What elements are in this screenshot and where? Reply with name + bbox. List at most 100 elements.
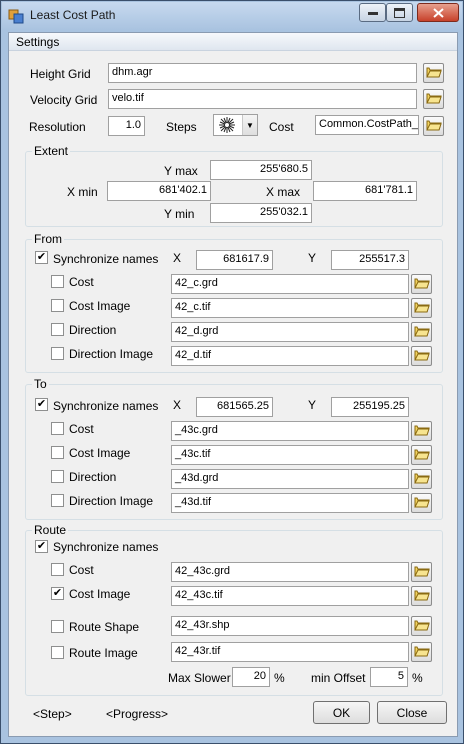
app-icon (8, 8, 24, 24)
max-slower-field[interactable]: 20 (232, 667, 270, 687)
chevron-down-icon: ▼ (242, 115, 257, 135)
maximize-button[interactable] (386, 3, 413, 22)
to-direction-image-checkbox[interactable] (51, 494, 64, 507)
folder-open-icon (413, 471, 430, 488)
menu-bar: Settings (9, 33, 457, 51)
to-cost-browse-button[interactable] (411, 421, 432, 441)
route-title: Route (32, 523, 69, 537)
to-y-field[interactable]: 255195.25 (331, 397, 409, 417)
route-shape-browse-button[interactable] (411, 616, 432, 636)
folder-open-icon (413, 447, 430, 464)
from-direction-browse-button[interactable] (411, 322, 432, 342)
from-direction-field[interactable]: 42_d.grd (171, 322, 409, 342)
from-cost-checkbox[interactable] (51, 275, 64, 288)
extent-title: Extent (32, 144, 71, 158)
route-cost-image-browse-button[interactable] (411, 586, 432, 606)
to-cost-image-browse-button[interactable] (411, 445, 432, 465)
ymin-field[interactable]: 255'032.1 (210, 203, 312, 223)
compass-star-icon (217, 116, 237, 137)
to-direction-checkbox[interactable] (51, 470, 64, 483)
folder-open-icon (413, 588, 430, 605)
xmax-field[interactable]: 681'781.1 (313, 181, 417, 201)
close-button[interactable]: Close (377, 701, 447, 724)
folder-open-icon (425, 65, 442, 82)
route-cost-field[interactable]: 42_43c.grd (171, 562, 409, 582)
from-direction-image-browse-button[interactable] (411, 346, 432, 366)
title-bar[interactable]: Least Cost Path (2, 2, 462, 30)
from-x-label: X (173, 251, 182, 265)
to-y-label: Y (308, 398, 317, 412)
resolution-field[interactable]: 1.0 (108, 116, 145, 136)
to-direction-image-field[interactable]: _43d.tif (171, 493, 409, 513)
from-cost-image-checkbox[interactable] (51, 299, 64, 312)
route-cost-image-field[interactable]: 42_43c.tif (171, 586, 409, 606)
to-direction-browse-button[interactable] (411, 469, 432, 489)
to-cost-label: Cost (69, 422, 94, 436)
to-cost-image-checkbox[interactable] (51, 446, 64, 459)
to-sync-checkbox[interactable]: ✔ (35, 398, 48, 411)
folder-open-icon (413, 300, 430, 317)
from-title: From (32, 232, 64, 246)
close-window-button[interactable] (417, 3, 459, 22)
route-cost-checkbox[interactable] (51, 563, 64, 576)
ok-button[interactable]: OK (313, 701, 370, 724)
dialog-client: Settings Height Grid dhm.agr Velocity Gr… (8, 32, 458, 737)
height-grid-browse-button[interactable] (423, 63, 444, 83)
route-cost-image-checkbox[interactable]: ✔ (51, 587, 64, 600)
cost-label: Cost (269, 120, 294, 134)
route-image-browse-button[interactable] (411, 642, 432, 662)
from-x-field[interactable]: 681617.9 (196, 250, 273, 270)
folder-open-icon (413, 423, 430, 440)
route-cost-browse-button[interactable] (411, 562, 432, 582)
to-cost-image-field[interactable]: _43c.tif (171, 445, 409, 465)
route-image-field[interactable]: 42_43r.tif (171, 642, 409, 662)
minimize-button[interactable] (359, 3, 386, 22)
to-x-field[interactable]: 681565.25 (196, 397, 273, 417)
from-direction-image-field[interactable]: 42_d.tif (171, 346, 409, 366)
xmin-field[interactable]: 681'402.1 (107, 181, 211, 201)
from-cost-image-field[interactable]: 42_c.tif (171, 298, 409, 318)
cost-field[interactable]: Common.CostPath_S (315, 115, 419, 135)
folder-open-icon (413, 348, 430, 365)
velocity-grid-field[interactable]: velo.tif (108, 89, 417, 109)
to-direction-field[interactable]: _43d.grd (171, 469, 409, 489)
from-y-field[interactable]: 255517.3 (331, 250, 409, 270)
from-sync-checkbox[interactable]: ✔ (35, 251, 48, 264)
from-cost-image-browse-button[interactable] (411, 298, 432, 318)
steps-dropdown[interactable]: ▼ (213, 114, 258, 136)
ymax-field[interactable]: 255'680.5 (210, 160, 312, 180)
route-sync-checkbox[interactable]: ✔ (35, 540, 48, 553)
folder-open-icon (413, 564, 430, 581)
from-direction-label: Direction (69, 323, 117, 337)
from-cost-field[interactable]: 42_c.grd (171, 274, 409, 294)
min-offset-field[interactable]: 5 (370, 667, 408, 687)
folder-open-icon (413, 276, 430, 293)
route-image-checkbox[interactable] (51, 646, 64, 659)
from-direction-checkbox[interactable] (51, 323, 64, 336)
max-slower-label: Max Slower (168, 671, 231, 685)
folder-open-icon (425, 118, 442, 135)
height-grid-field[interactable]: dhm.agr (108, 63, 417, 83)
max-slower-unit: % (274, 671, 285, 685)
velocity-grid-browse-button[interactable] (423, 89, 444, 109)
height-grid-label: Height Grid (30, 67, 91, 81)
to-direction-image-browse-button[interactable] (411, 493, 432, 513)
ymax-label: Y max (164, 164, 198, 178)
from-direction-image-checkbox[interactable] (51, 347, 64, 360)
min-offset-label: min Offset (311, 671, 366, 685)
to-cost-checkbox[interactable] (51, 422, 64, 435)
from-cost-browse-button[interactable] (411, 274, 432, 294)
to-direction-image-label: Direction Image (69, 494, 154, 508)
folder-open-icon (413, 324, 430, 341)
folder-open-icon (425, 91, 442, 108)
cost-browse-button[interactable] (423, 116, 444, 136)
to-cost-field[interactable]: _43c.grd (171, 421, 409, 441)
minimize-icon (367, 11, 378, 15)
folder-open-icon (413, 495, 430, 512)
step-status: <Step> (33, 707, 72, 721)
route-shape-field[interactable]: 42_43r.shp (171, 616, 409, 636)
to-title: To (32, 377, 49, 391)
route-shape-checkbox[interactable] (51, 620, 64, 633)
to-sync-label: Synchronize names (53, 399, 159, 413)
menu-settings[interactable]: Settings (16, 35, 59, 49)
